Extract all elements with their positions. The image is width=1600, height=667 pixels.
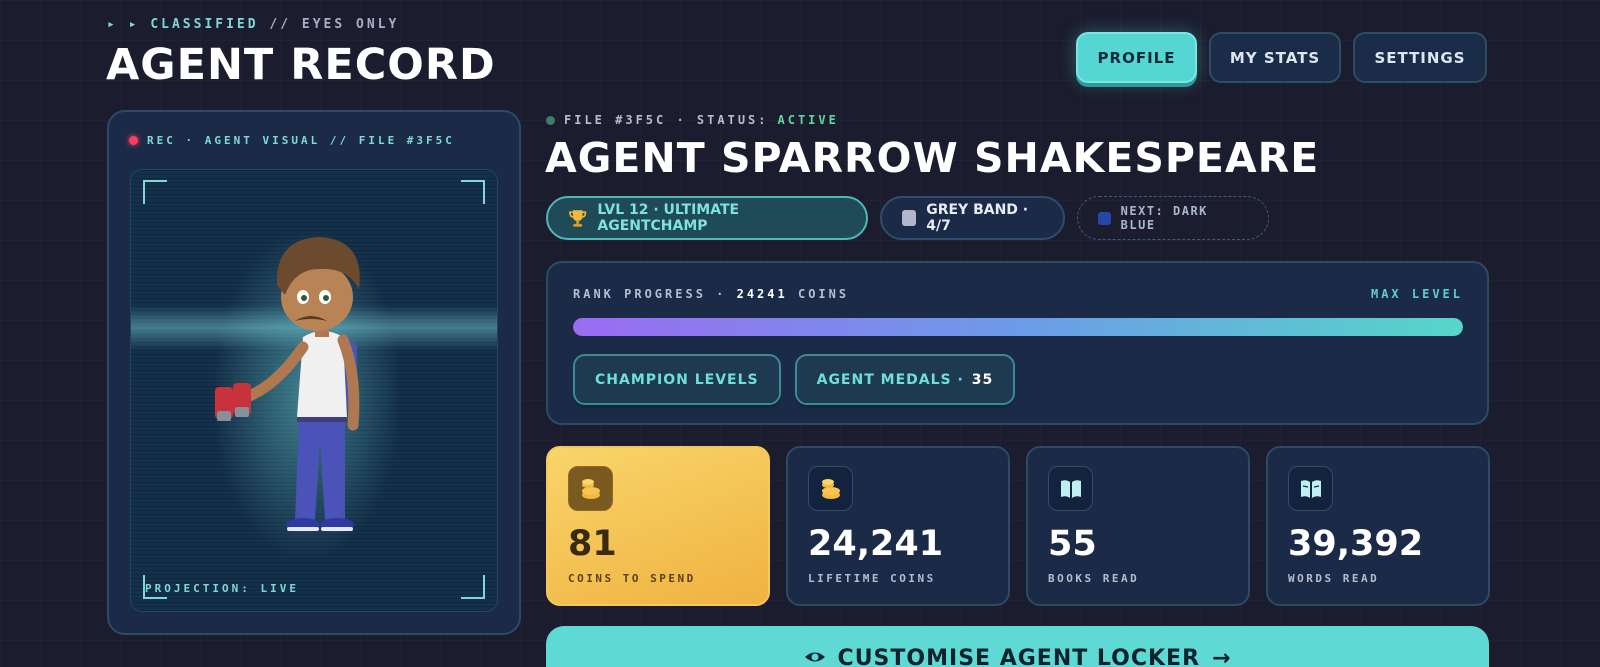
corner-bracket-icon bbox=[461, 180, 485, 204]
stat-card-words-read[interactable]: 39,392 WORDS READ bbox=[1266, 446, 1490, 606]
band-badge-text: GREY BAND · 4/7 bbox=[926, 202, 1029, 234]
customise-locker-label: CUSTOMISE AGENT LOCKER bbox=[837, 646, 1201, 667]
agent-avatar bbox=[212, 230, 397, 555]
stat-value: 24,241 bbox=[808, 524, 944, 564]
level-badge: LVL 12 · ULTIMATE AGENTCHAMP bbox=[546, 196, 868, 240]
file-prefix: FILE #3F5C · STATUS: bbox=[564, 113, 769, 127]
customise-locker-button[interactable]: CUSTOMISE AGENT LOCKER → bbox=[546, 626, 1489, 667]
rec-dot-icon bbox=[129, 136, 138, 145]
corner-bracket-icon bbox=[461, 575, 485, 599]
eyebrow-eyes-only: // EYES ONLY bbox=[269, 17, 400, 32]
trophy-icon bbox=[569, 210, 587, 227]
champion-levels-button[interactable]: CHAMPION LEVELS bbox=[573, 354, 781, 405]
stat-label: LIFETIME COINS bbox=[808, 572, 936, 585]
tab-my-stats[interactable]: MY STATS bbox=[1209, 32, 1341, 83]
stat-label: BOOKS READ bbox=[1048, 572, 1140, 585]
rank-coins: 24241 bbox=[736, 287, 788, 301]
rec-label: REC · AGENT VISUAL // FILE #3F5C bbox=[129, 134, 455, 147]
file-status-line: FILE #3F5C · STATUS: ACTIVE bbox=[546, 113, 839, 127]
rank-coins-suffix: COINS bbox=[797, 287, 850, 301]
stat-value: 55 bbox=[1048, 524, 1097, 564]
rank-progress-bar bbox=[573, 318, 1463, 336]
rank-progress-fill bbox=[573, 318, 1463, 336]
book-icon bbox=[1048, 466, 1093, 511]
stat-value: 39,392 bbox=[1288, 524, 1424, 564]
stat-value: 81 bbox=[568, 524, 617, 564]
band-swatch bbox=[902, 210, 917, 226]
level-badge-text: LVL 12 · ULTIMATE AGENTCHAMP bbox=[597, 202, 740, 234]
eyebrow-classified: CLASSIFIED bbox=[150, 17, 259, 32]
avatar-card: REC · AGENT VISUAL // FILE #3F5C PROJECT… bbox=[107, 110, 521, 635]
coins-icon bbox=[808, 466, 853, 511]
stat-card-lifetime-coins[interactable]: 24,241 LIFETIME COINS bbox=[786, 446, 1010, 606]
stat-label: COINS TO SPEND bbox=[568, 572, 696, 585]
rec-label-text: REC · AGENT VISUAL // FILE #3F5C bbox=[147, 134, 455, 147]
corner-bracket-icon bbox=[143, 180, 167, 204]
tab-profile[interactable]: PROFILE bbox=[1076, 32, 1197, 83]
agent-name: AGENT SPARROW SHAKESPEARE bbox=[545, 134, 1320, 182]
stat-card-books-read[interactable]: 55 BOOKS READ bbox=[1026, 446, 1250, 606]
rank-progress-panel: RANK PROGRESS · 24241 COINS MAX LEVEL CH… bbox=[546, 261, 1489, 425]
arrow-right-icon: → bbox=[1212, 646, 1232, 667]
rank-progress-label: RANK PROGRESS · 24241 COINS bbox=[573, 287, 849, 301]
rank-buttons: CHAMPION LEVELS AGENT MEDALS · 35 bbox=[573, 354, 1016, 405]
tab-settings[interactable]: SETTINGS bbox=[1353, 32, 1487, 83]
eye-icon bbox=[804, 652, 825, 662]
agent-medals-count: 35 bbox=[971, 371, 994, 388]
status-value: ACTIVE bbox=[777, 113, 839, 127]
status-dot-icon bbox=[546, 115, 555, 125]
eyebrow-arrows: ▸ ▸ bbox=[107, 17, 140, 32]
max-level-label: MAX LEVEL bbox=[1370, 287, 1463, 301]
page-title: AGENT RECORD bbox=[106, 40, 496, 90]
band-badge: GREY BAND · 4/7 bbox=[880, 196, 1065, 240]
next-band-swatch bbox=[1098, 211, 1111, 225]
stat-card-coins-to-spend[interactable]: 81 COINS TO SPEND bbox=[546, 446, 770, 606]
next-band-badge: NEXT: DARK BLUE bbox=[1077, 196, 1269, 240]
badge-row: LVL 12 · ULTIMATE AGENTCHAMP GREY BAND ·… bbox=[546, 196, 1269, 240]
avatar-screen: PROJECTION: LIVE bbox=[130, 169, 498, 612]
champion-levels-label: CHAMPION LEVELS bbox=[595, 371, 759, 388]
stat-label: WORDS READ bbox=[1288, 572, 1380, 585]
tab-bar: PROFILE MY STATS SETTINGS bbox=[1076, 32, 1487, 83]
projection-label: PROJECTION: LIVE bbox=[145, 582, 299, 595]
next-band-text: NEXT: DARK BLUE bbox=[1120, 204, 1208, 232]
rank-label-prefix: RANK PROGRESS · bbox=[573, 287, 727, 301]
coins-icon bbox=[568, 466, 613, 511]
stat-cards: 81 COINS TO SPEND 24,241 LIFETIME COINS … bbox=[546, 446, 1490, 606]
agent-medals-button[interactable]: AGENT MEDALS · 35 bbox=[794, 354, 1016, 405]
classified-eyebrow: ▸ ▸ CLASSIFIED // EYES ONLY bbox=[107, 17, 399, 32]
book-icon bbox=[1288, 466, 1333, 511]
agent-medals-label: AGENT MEDALS · bbox=[816, 371, 964, 388]
